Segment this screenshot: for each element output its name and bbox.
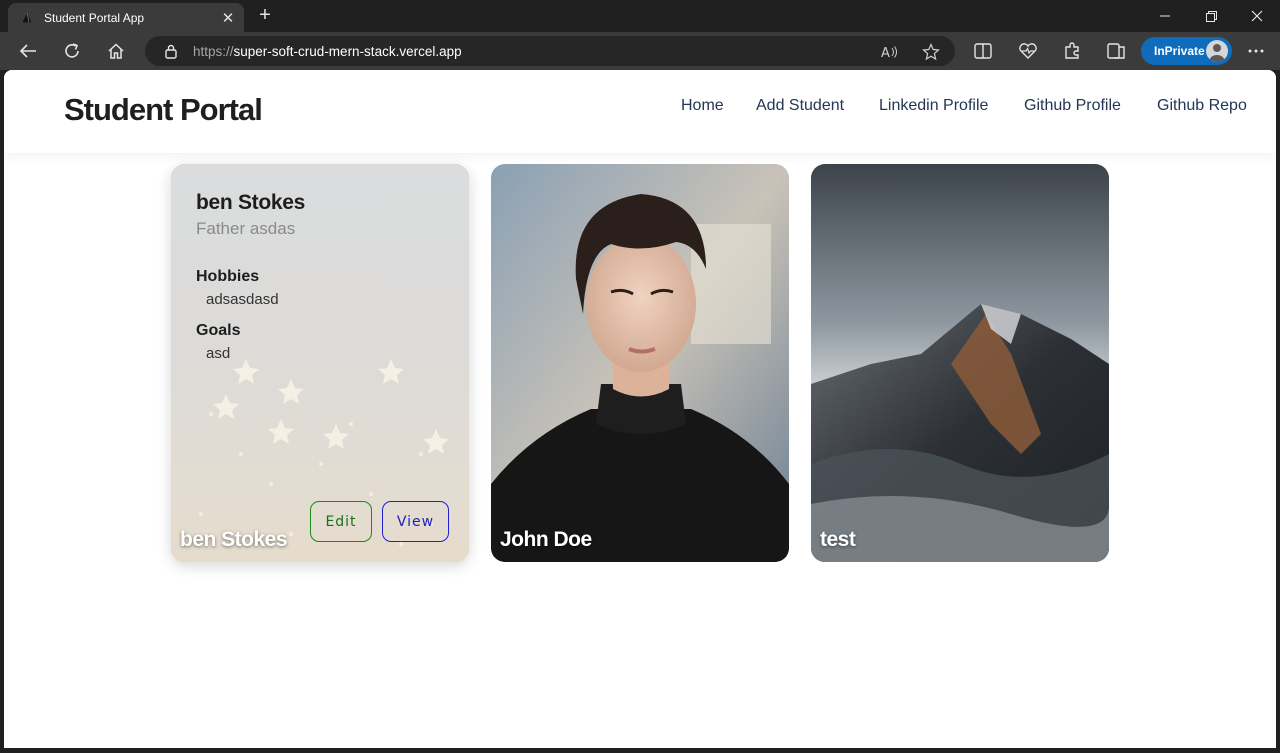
student-card[interactable]: John Doe: [491, 164, 789, 562]
refresh-icon[interactable]: [58, 37, 86, 65]
site-brand[interactable]: Student Portal: [64, 92, 263, 128]
student-name: ben Stokes: [196, 191, 306, 214]
browser-tab-bar: Student Portal App ✕ +: [0, 0, 1280, 32]
inprivate-profile-button[interactable]: InPrivate: [1141, 37, 1232, 65]
view-button[interactable]: View: [382, 501, 449, 542]
restore-icon[interactable]: [1188, 0, 1234, 32]
nav-link-add-student[interactable]: Add Student: [756, 97, 844, 115]
minimize-icon[interactable]: [1142, 0, 1188, 32]
student-card[interactable]: test: [811, 164, 1109, 562]
new-tab-button[interactable]: +: [254, 4, 276, 26]
goals-value: asd: [206, 345, 231, 362]
svg-text:A: A: [881, 46, 890, 60]
edit-button[interactable]: Edit: [310, 501, 372, 542]
address-bar[interactable]: https://super-soft-crud-mern-stack.verce…: [145, 36, 955, 66]
nav-link-linkedin[interactable]: Linkedin Profile: [879, 97, 988, 115]
inprivate-label: InPrivate: [1154, 44, 1205, 58]
read-aloud-icon[interactable]: A: [881, 43, 899, 61]
split-screen-icon[interactable]: [969, 37, 997, 65]
hobbies-label: Hobbies: [196, 268, 260, 285]
close-tab-icon[interactable]: ✕: [216, 9, 240, 27]
site-navbar: Student Portal Home Add Student Linkedin…: [4, 70, 1276, 153]
page-viewport: Student Portal Home Add Student Linkedin…: [4, 70, 1276, 748]
more-options-icon[interactable]: [1242, 37, 1270, 65]
favorite-star-icon[interactable]: [922, 43, 940, 61]
back-icon[interactable]: [14, 37, 42, 65]
student-relation: Father asdas: [196, 219, 296, 238]
nav-link-home[interactable]: Home: [681, 97, 724, 115]
url-text[interactable]: https://super-soft-crud-mern-stack.verce…: [193, 44, 462, 59]
extensions-icon[interactable]: [1058, 37, 1086, 65]
card-name-overlay: test: [820, 528, 856, 551]
home-icon[interactable]: [102, 37, 130, 65]
hobbies-value: adsasdasd: [206, 291, 279, 308]
lock-icon[interactable]: [163, 43, 179, 59]
card-name-overlay: ben Stokes: [180, 528, 288, 551]
browser-essentials-icon[interactable]: [1014, 37, 1042, 65]
student-card[interactable]: ben Stokes ben Stokes Father asdas Hobbi…: [171, 164, 469, 562]
card-name-overlay: John Doe: [500, 528, 592, 551]
close-window-icon[interactable]: [1234, 0, 1280, 32]
tab-title: Student Portal App: [44, 10, 145, 25]
browser-toolbar: https://super-soft-crud-mern-stack.verce…: [0, 32, 1280, 70]
nav-link-github-repo[interactable]: Github Repo: [1157, 97, 1247, 115]
goals-label: Goals: [196, 322, 241, 339]
student-photo: [491, 164, 789, 562]
profile-avatar-icon: [1206, 40, 1228, 62]
student-photo: [811, 164, 1109, 562]
site-favicon-icon: [19, 10, 35, 26]
nav-link-github-profile[interactable]: Github Profile: [1024, 97, 1121, 115]
collections-icon[interactable]: [1102, 37, 1130, 65]
browser-tab[interactable]: Student Portal App ✕: [8, 3, 244, 32]
